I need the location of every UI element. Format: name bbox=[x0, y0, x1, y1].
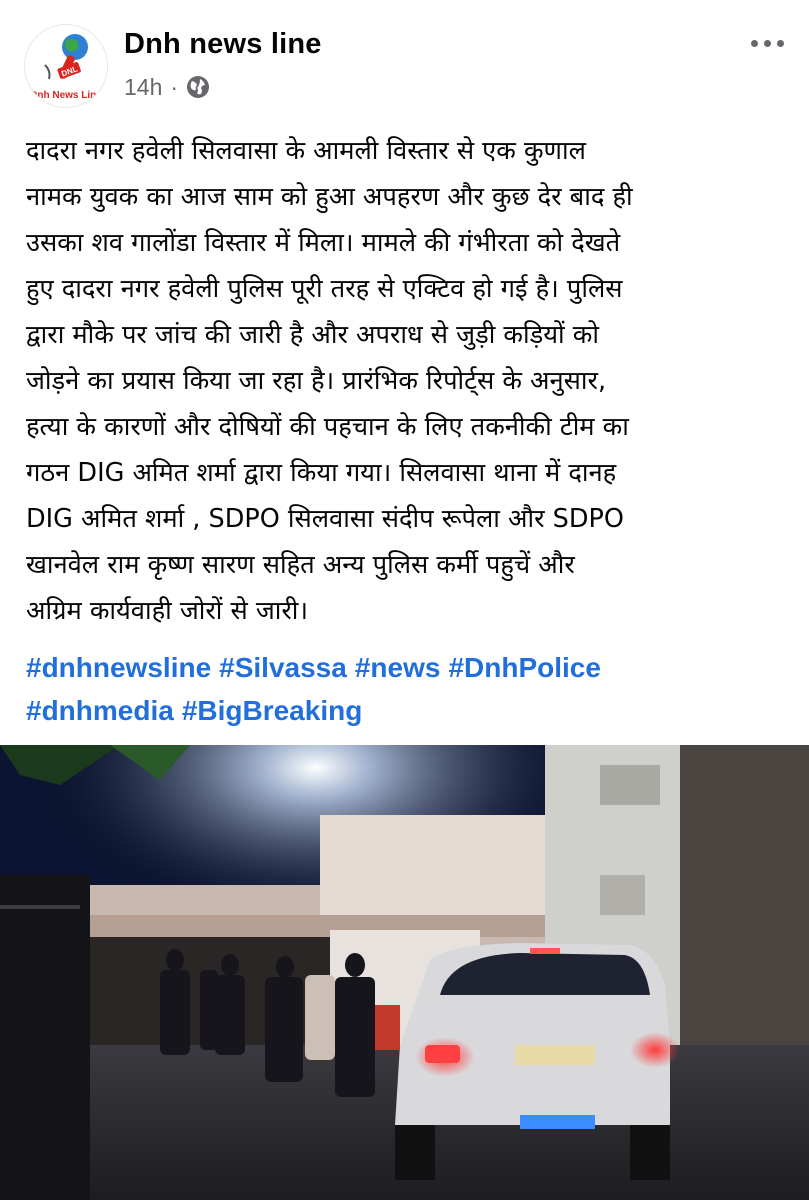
more-horizontal-icon bbox=[750, 39, 758, 47]
more-options-button[interactable] bbox=[743, 28, 791, 58]
post-body-line: दादरा नगर हवेली सिलवासा के आमली विस्तार … bbox=[26, 136, 586, 166]
dnl-logo-icon: DNL Dnh News Line bbox=[25, 25, 107, 107]
meta-separator: · bbox=[170, 73, 179, 100]
hashtag-link[interactable]: #BigBreaking bbox=[182, 695, 363, 726]
post-body-line: DIG अमित शर्मा , SDPO सिलवासा संदीप रूपे… bbox=[26, 504, 624, 534]
post-body-text: दादरा नगर हवेली सिलवासा के आमली विस्तार … bbox=[26, 128, 786, 634]
hashtag-link[interactable]: #dnhnewsline bbox=[26, 652, 211, 683]
post-body-line: द्वारा मौके पर जांच की जारी है और अपराध … bbox=[26, 320, 599, 350]
post-body-line: नामक युवक का आज साम को हुआ अपहरण और कुछ … bbox=[26, 182, 633, 212]
post-body-line: गठन DIG अमित शर्मा द्वारा किया गया। सिलव… bbox=[26, 458, 617, 488]
post-timestamp[interactable]: 14h bbox=[124, 74, 162, 101]
page-name-link[interactable]: Dnh news line bbox=[124, 28, 322, 61]
post-body-line: अग्रिम कार्यवाही जोरों से जारी। bbox=[26, 596, 309, 626]
post-header: DNL Dnh News Line Dnh news line 14h · bbox=[0, 0, 809, 118]
post-body-line: हुए दादरा नगर हवेली पुलिस पूरी तरह से एक… bbox=[26, 274, 623, 304]
hashtag-link[interactable]: #DnhPolice bbox=[448, 652, 600, 683]
hashtag-link[interactable]: #news bbox=[355, 652, 441, 683]
hashtag-link[interactable]: #dnhmedia bbox=[26, 695, 174, 726]
post-body-line: उसका शव गालोंडा विस्तार में मिला। मामले … bbox=[26, 228, 621, 258]
post-body-line: हत्या के कारणों और दोषियों की पहचान के ल… bbox=[26, 412, 629, 442]
hashtag-link[interactable]: #Silvassa bbox=[219, 652, 347, 683]
globe-icon[interactable] bbox=[186, 75, 210, 99]
post-photo[interactable] bbox=[0, 745, 809, 1200]
post-body-line: जोड़ने का प्रयास किया जा रहा है। प्रारंभ… bbox=[26, 366, 607, 396]
post-body-line: खानवेल राम कृष्ण सारण सहित अन्य पुलिस कर… bbox=[26, 550, 575, 580]
night-scene-photo bbox=[0, 745, 809, 1200]
post-meta: 14h · bbox=[124, 72, 210, 102]
svg-text:Dnh News Line: Dnh News Line bbox=[30, 90, 102, 101]
hashtags: #dnhnewsline #Silvassa #news #DnhPolice #dnh… bbox=[26, 646, 786, 732]
page-avatar[interactable]: DNL Dnh News Line bbox=[24, 24, 108, 108]
